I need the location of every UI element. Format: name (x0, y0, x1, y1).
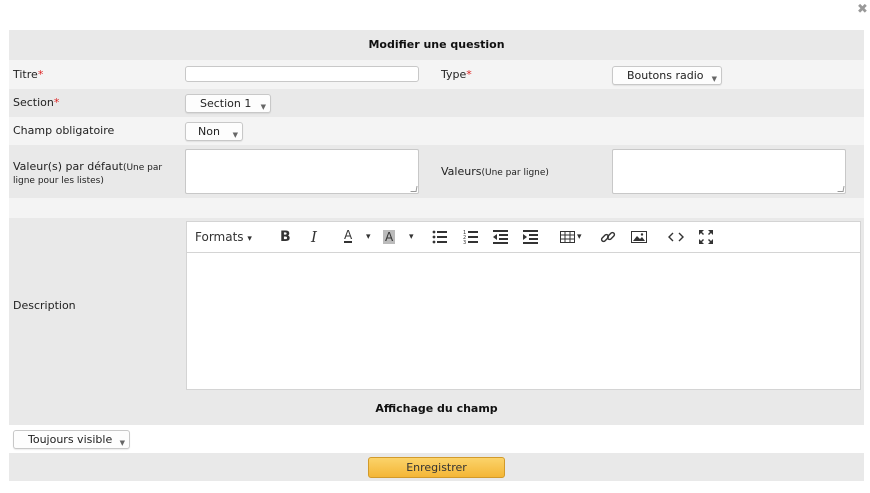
type-select[interactable]: Boutons radio ▼ (612, 66, 722, 85)
link-icon[interactable] (600, 229, 616, 245)
display-section-title: Affichage du champ (375, 402, 498, 415)
chevron-down-icon: ▼ (711, 75, 717, 83)
editor-content-area[interactable] (187, 254, 860, 389)
row-required: Champ obligatoire Non ▼ (9, 117, 864, 145)
row-title-type: Titre* Type* Boutons radio ▼ (9, 60, 864, 89)
chevron-down-icon[interactable]: ▾ (366, 229, 371, 245)
italic-icon[interactable]: I (311, 229, 317, 245)
background-color-icon[interactable]: A (383, 230, 396, 244)
display-section-header: Affichage du champ (9, 393, 864, 425)
chevron-down-icon[interactable]: ▾ (577, 229, 582, 245)
section-select[interactable]: Section 1 ▼ (185, 94, 271, 113)
chevron-down-icon: ▼ (119, 439, 125, 447)
bullet-list-icon[interactable] (432, 229, 448, 245)
visibility-select[interactable]: Toujours visible ▼ (13, 430, 130, 449)
visibility-select-value: Toujours visible (28, 433, 113, 446)
values-label: Valeurs(Une par ligne) (441, 165, 549, 178)
description-label: Description (13, 299, 76, 312)
formats-dropdown[interactable]: Formats ▾ (195, 229, 252, 245)
section-select-value: Section 1 (200, 97, 252, 110)
titre-input[interactable] (185, 66, 419, 82)
type-label: Type* (441, 68, 472, 81)
bold-icon[interactable]: B (280, 229, 291, 245)
close-icon[interactable]: ✖ (855, 2, 870, 17)
text-color-icon[interactable]: A (344, 229, 353, 243)
resize-grip-icon[interactable] (837, 186, 845, 192)
titre-label: Titre* (13, 68, 44, 81)
image-icon[interactable] (631, 229, 647, 245)
chevron-down-icon: ▼ (232, 131, 238, 139)
source-code-icon[interactable] (668, 229, 684, 245)
chevron-down-icon: ▼ (260, 103, 266, 111)
required-select[interactable]: Non ▼ (185, 122, 243, 141)
numbered-list-icon[interactable]: 123 (463, 229, 479, 246)
required-label: Champ obligatoire (13, 124, 115, 137)
outdent-icon[interactable] (493, 229, 509, 245)
editor-toolbar: Formats ▾ B I A ▾ A ▾ 123 ▾ (187, 222, 860, 253)
row-section: Section* Section 1 ▼ (9, 89, 864, 117)
fullscreen-icon[interactable] (698, 229, 714, 245)
section-label: Section* (13, 96, 60, 109)
type-select-value: Boutons radio (627, 69, 704, 82)
dialog-title: Modifier une question (368, 38, 505, 51)
chevron-down-icon[interactable]: ▾ (409, 229, 414, 245)
svg-text:3: 3 (463, 240, 466, 245)
values-textarea[interactable] (612, 149, 846, 194)
resize-grip-icon[interactable] (410, 186, 418, 192)
required-select-value: Non (198, 125, 220, 138)
save-button[interactable]: Enregistrer (368, 457, 505, 478)
default-values-textarea[interactable] (185, 149, 419, 194)
indent-icon[interactable] (523, 229, 539, 245)
table-icon[interactable] (560, 229, 576, 245)
dialog-header: Modifier une question (9, 30, 864, 60)
default-values-label: Valeur(s) par défaut(Une par ligne pour … (13, 160, 163, 186)
row-values: Valeur(s) par défaut(Une par ligne pour … (9, 145, 864, 198)
spacer-row (9, 198, 864, 218)
rich-text-editor[interactable]: Formats ▾ B I A ▾ A ▾ 123 ▾ (186, 221, 861, 390)
